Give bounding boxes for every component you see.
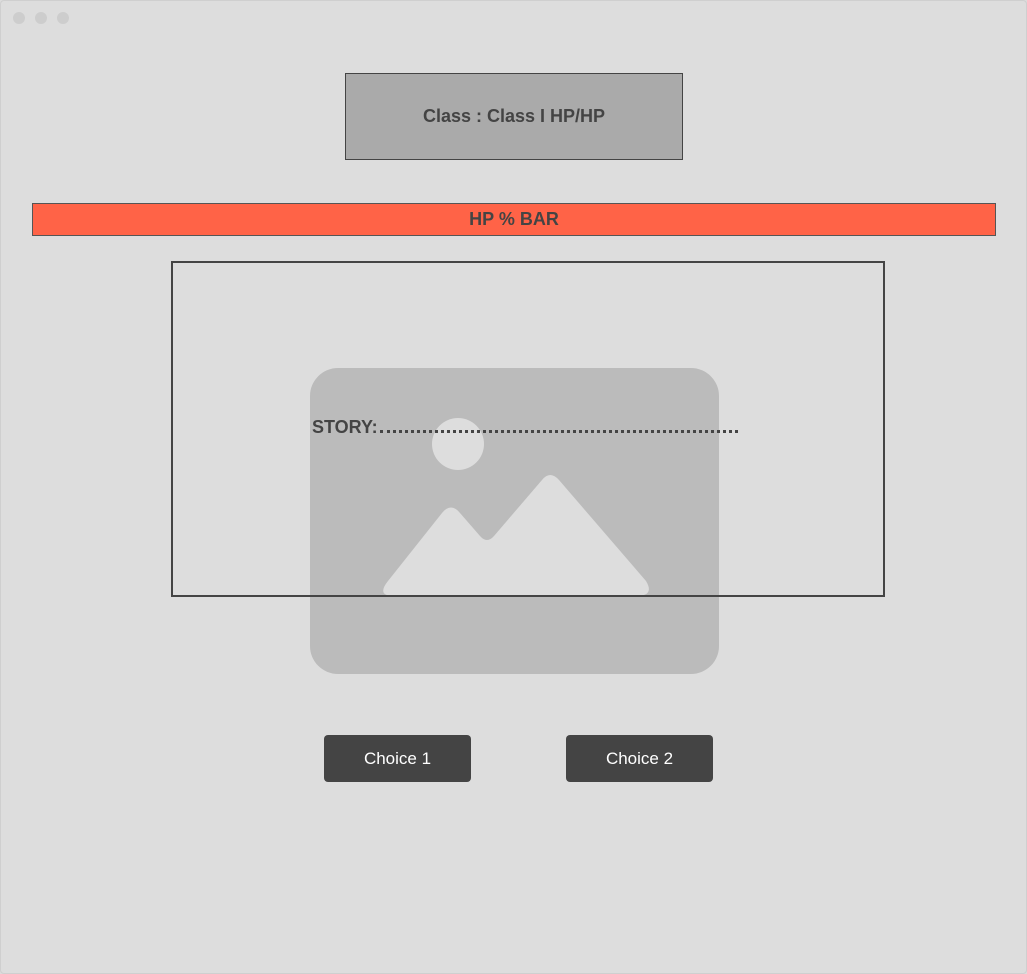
choice-2-label: Choice 2 — [605, 748, 674, 768]
maximize-window-button[interactable] — [57, 12, 69, 24]
app-window: Class : Class I HP/HP HP % BAR STORY: Ch… — [0, 0, 1027, 974]
hp-percent-bar: HP % BAR — [32, 203, 996, 236]
class-hp-display: Class : Class I HP/HP — [345, 73, 683, 160]
minimize-window-button[interactable] — [35, 12, 47, 24]
story-content-placeholder — [379, 426, 738, 433]
class-hp-label: Class : Class I HP/HP — [422, 106, 606, 126]
close-window-button[interactable] — [13, 12, 25, 24]
choice-2-button[interactable]: Choice 2 — [566, 735, 713, 782]
story-text: STORY: — [312, 417, 738, 438]
choice-1-label: Choice 1 — [363, 748, 432, 768]
window-controls — [13, 12, 69, 24]
hp-bar-label: HP % BAR — [469, 209, 559, 229]
story-label: STORY: — [312, 417, 378, 437]
choice-1-button[interactable]: Choice 1 — [324, 735, 471, 782]
